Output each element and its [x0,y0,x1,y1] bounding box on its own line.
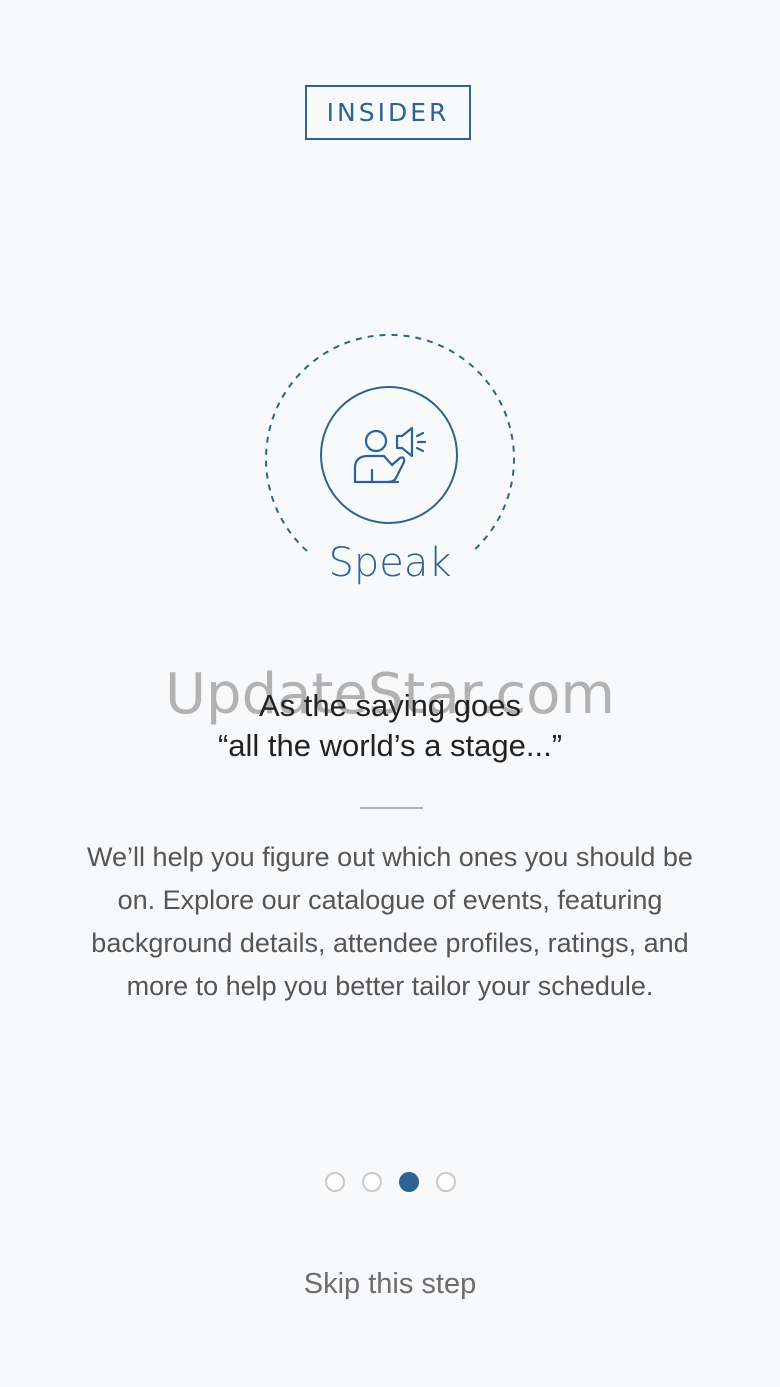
skip-button[interactable]: Skip this step [250,1262,530,1306]
quote-line-2: “all the world’s a stage...” [217,728,563,763]
page-dot[interactable] [361,1172,382,1192]
page-dot[interactable] [324,1172,345,1192]
dashed-ring [265,333,515,552]
quote-line-1: As the saying goes [259,688,521,723]
icon-circle [320,386,458,524]
page-indicator [0,1172,780,1192]
divider [360,807,423,809]
page-dot[interactable] [435,1172,456,1192]
speaker-megaphone-icon [353,426,427,484]
page-dot-active[interactable] [398,1172,419,1192]
feature-label: Speak [328,540,452,586]
feature-illustration [265,333,515,552]
quote-heading: As the saying goes “all the world’s a st… [0,686,780,766]
description-text: We’ll help you figure out which ones you… [87,842,693,1001]
